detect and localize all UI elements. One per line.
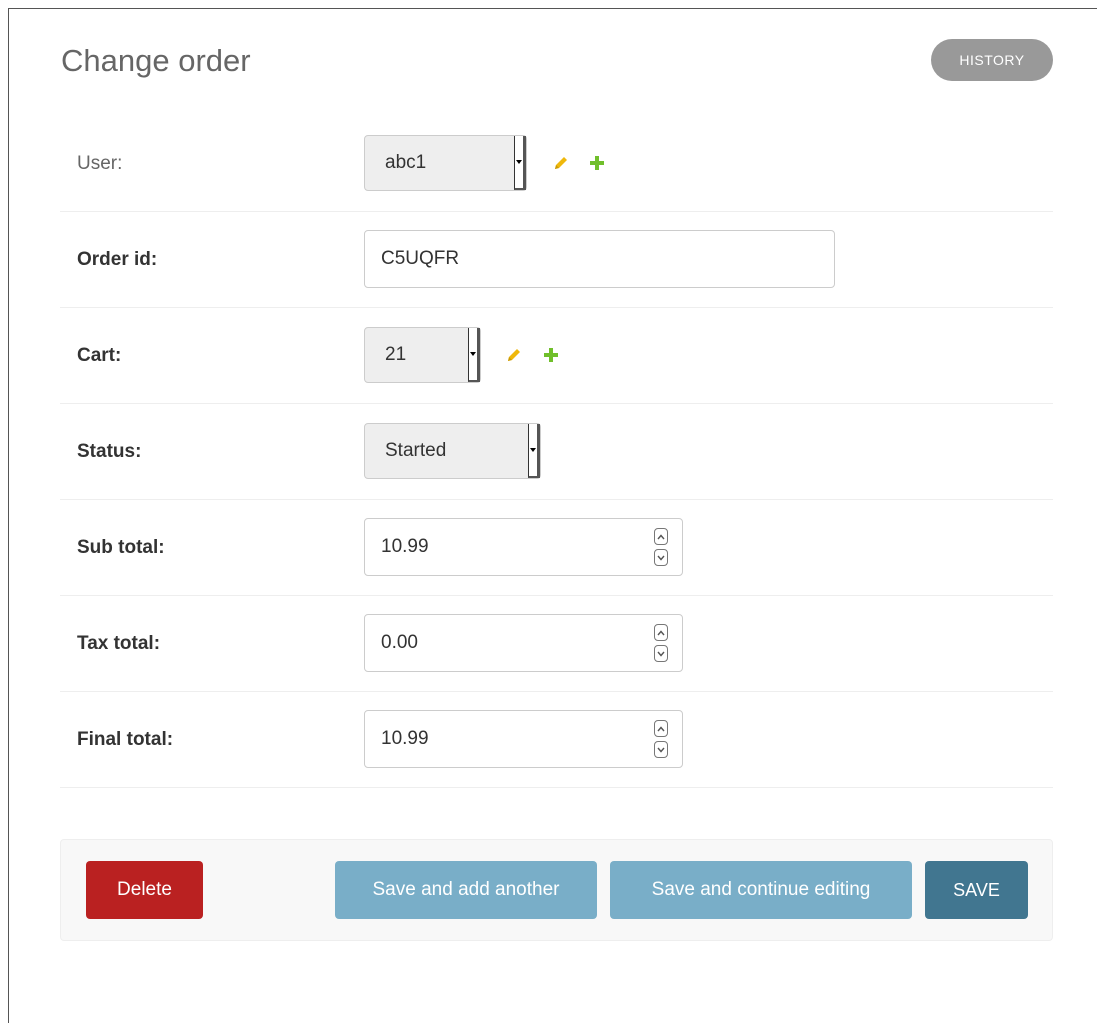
pencil-icon[interactable] <box>504 345 524 365</box>
chevron-up-icon[interactable] <box>654 528 668 545</box>
status-select-value: Started <box>385 440 447 461</box>
save-and-add-another-button[interactable]: Save and add another <box>335 861 597 919</box>
status-label: Status: <box>77 441 142 462</box>
user-select-value: abc1 <box>385 152 427 173</box>
tax-total-value: 0.00 <box>381 632 418 653</box>
order-id-label: Order id: <box>77 249 158 270</box>
form-row-user: User: abc1 <box>60 115 1053 212</box>
cart-label: Cart: <box>77 345 122 366</box>
user-label: User: <box>77 153 123 174</box>
final-total-input[interactable]: 10.99 <box>364 710 683 768</box>
submit-row: Delete Save and add another Save and con… <box>60 839 1053 941</box>
chevron-up-icon[interactable] <box>654 624 668 641</box>
chevron-down-icon <box>468 328 480 382</box>
pencil-icon[interactable] <box>551 153 571 173</box>
sub-total-value: 10.99 <box>381 536 429 557</box>
tax-total-input[interactable]: 0.00 <box>364 614 683 672</box>
order-id-input[interactable]: C5UQFR <box>364 230 835 288</box>
form-row-final-total: Final total: 10.99 <box>60 691 1053 788</box>
form-row-tax-total: Tax total: 0.00 <box>60 595 1053 692</box>
form-row-sub-total: Sub total: 10.99 <box>60 499 1053 596</box>
number-spinner <box>654 528 668 566</box>
form-row-order-id: Order id: C5UQFR <box>60 211 1053 308</box>
number-spinner <box>654 720 668 758</box>
form-row-cart: Cart: 21 <box>60 307 1053 404</box>
form-row-status: Status: Started <box>60 403 1053 500</box>
final-total-value: 10.99 <box>381 728 429 749</box>
chevron-down-icon <box>528 424 540 478</box>
number-spinner <box>654 624 668 662</box>
sub-total-label: Sub total: <box>77 537 165 558</box>
chevron-up-icon[interactable] <box>654 720 668 737</box>
order-id-value: C5UQFR <box>381 248 460 269</box>
chevron-down-icon[interactable] <box>654 549 668 566</box>
cart-select[interactable]: 21 <box>364 327 481 383</box>
sub-total-input[interactable]: 10.99 <box>364 518 683 576</box>
cart-select-value: 21 <box>385 344 407 365</box>
save-and-continue-button[interactable]: Save and continue editing <box>610 861 912 919</box>
tax-total-label: Tax total: <box>77 633 161 654</box>
chevron-down-icon[interactable] <box>654 645 668 662</box>
window-frame: Change order HISTORY User: abc1 Order id… <box>8 8 1097 1023</box>
history-button[interactable]: HISTORY <box>931 39 1053 81</box>
save-button[interactable]: SAVE <box>925 861 1028 919</box>
chevron-down-icon[interactable] <box>654 741 668 758</box>
status-select[interactable]: Started <box>364 423 541 479</box>
page-title: Change order <box>61 43 251 78</box>
user-select[interactable]: abc1 <box>364 135 527 191</box>
chevron-down-icon <box>514 136 526 190</box>
final-total-label: Final total: <box>77 729 174 750</box>
plus-icon[interactable] <box>587 153 607 173</box>
plus-icon[interactable] <box>541 345 561 365</box>
delete-button[interactable]: Delete <box>86 861 203 919</box>
